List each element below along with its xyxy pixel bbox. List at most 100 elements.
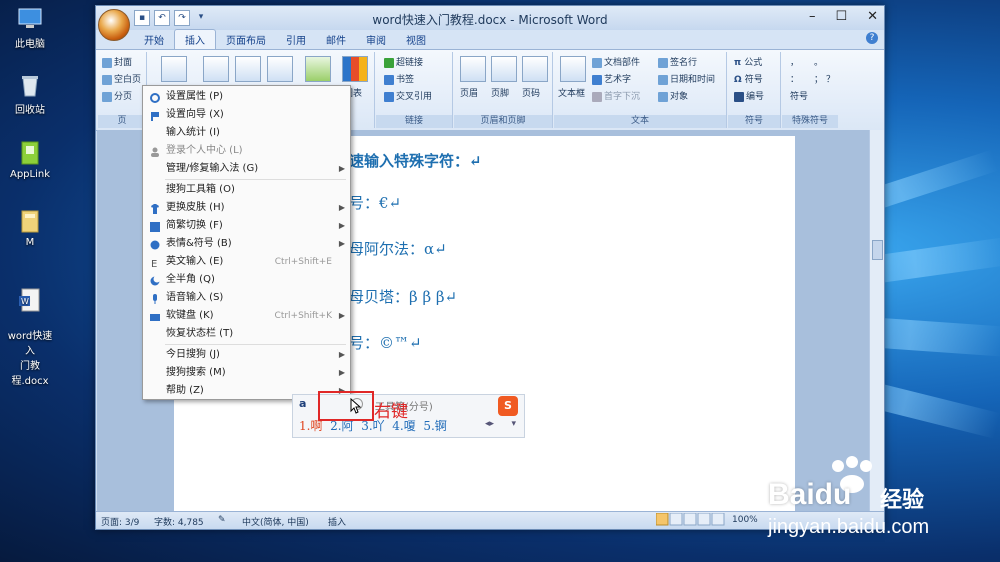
tab-view[interactable]: 视图	[396, 30, 436, 49]
more-symbols-button[interactable]: 符号	[790, 89, 808, 102]
submenu-arrow-icon: ▶	[338, 368, 345, 377]
status-zoom[interactable]: 100%	[732, 515, 758, 525]
status-mode[interactable]: 插入	[328, 515, 346, 528]
symbol-question[interactable]: ？	[826, 72, 835, 85]
symbol-comma[interactable]: ，	[790, 55, 799, 68]
candidate-1[interactable]: 1.啊	[299, 419, 322, 433]
scrollbar-thumb[interactable]	[872, 240, 883, 260]
mic-icon	[150, 293, 160, 304]
page-break-button[interactable]: 分页	[102, 89, 132, 102]
close-button[interactable]: ✕	[867, 9, 878, 24]
tab-home[interactable]: 开始	[134, 30, 174, 49]
hyperlink-button[interactable]: 超链接	[384, 55, 423, 68]
signature-line-button[interactable]: 签名行	[658, 55, 697, 68]
wordart-button[interactable]: 艺术字	[592, 72, 631, 85]
maximize-button[interactable]: ☐	[835, 9, 847, 24]
candidate-5[interactable]: 5.锕	[423, 419, 446, 433]
view-buttons[interactable]	[655, 512, 726, 529]
menu-item[interactable]: 更换皮肤 (H) ▶	[143, 199, 350, 217]
moon-icon	[150, 275, 161, 286]
page-number-button[interactable]: 页码	[522, 86, 540, 99]
picture-icon[interactable]	[203, 56, 229, 82]
desktop-icon-m-folder[interactable]: M	[4, 208, 56, 248]
header-icon[interactable]	[460, 56, 486, 82]
symbol-period[interactable]: 。	[814, 55, 823, 68]
sogou-logo-icon: S	[498, 396, 518, 416]
bookmark-button[interactable]: 书签	[384, 72, 414, 85]
page-number-icon[interactable]	[522, 56, 548, 82]
special-symbols-group: ， 。 ： ； 符号 ？ 特殊符号	[782, 52, 838, 128]
minimize-button[interactable]: –	[809, 9, 816, 24]
equation-button[interactable]: π 公式	[734, 55, 762, 68]
pages-group: 封面 空白页 分页 页	[98, 52, 147, 128]
symbol-semicolon[interactable]: ；	[814, 72, 823, 85]
menu-item[interactable]: E 英文输入 (E) Ctrl+Shift+E	[143, 253, 350, 271]
submenu-arrow-icon: ▶	[338, 311, 345, 320]
candidate-2[interactable]: 2.阿	[330, 419, 353, 433]
text-box-icon[interactable]	[560, 56, 586, 82]
text-box-button[interactable]: 文本框	[558, 86, 585, 99]
cover-page-button[interactable]: 封面	[102, 55, 132, 68]
menu-separator	[165, 344, 346, 345]
menu-item[interactable]: 软键盘 (K) Ctrl+Shift+K ▶	[143, 307, 350, 325]
expand-candidates-icon[interactable]: ▾	[511, 419, 516, 429]
blank-page-button[interactable]: 空白页	[102, 72, 141, 85]
drop-cap-button[interactable]: 首字下沉	[592, 89, 640, 102]
desktop-icon-recycle-bin[interactable]: 回收站	[4, 72, 56, 116]
tab-mailings[interactable]: 邮件	[316, 30, 356, 49]
clip-art-icon[interactable]	[235, 56, 261, 82]
quick-parts-button[interactable]: 文档部件	[592, 55, 640, 68]
header-button[interactable]: 页眉	[460, 86, 478, 99]
menu-item[interactable]: 登录个人中心 (L)	[143, 142, 350, 160]
menu-item[interactable]: 搜狗工具箱 (O)	[143, 181, 350, 199]
help-icon[interactable]: ?	[866, 32, 878, 44]
date-time-button[interactable]: 日期和时间	[658, 72, 715, 85]
menu-item[interactable]: 管理/修复输入法 (G) ▶	[143, 160, 350, 178]
menu-item[interactable]: 表情&符号 (B) ▶	[143, 235, 350, 253]
chart-icon[interactable]	[342, 56, 368, 82]
status-language[interactable]: 中文(简体, 中国)	[242, 515, 309, 528]
numbering-button[interactable]: 编号	[734, 89, 764, 102]
symbol-button[interactable]: Ω 符号	[734, 72, 763, 85]
vertical-scrollbar[interactable]	[869, 130, 884, 512]
doc-line: 速输入特殊字符：↵	[349, 152, 482, 170]
desktop-icon-this-pc[interactable]: 此电脑	[4, 6, 56, 50]
menu-item-label: 恢复状态栏 (T)	[166, 328, 234, 339]
tab-references[interactable]: 引用	[276, 30, 316, 49]
window-controls: – ☐ ✕	[809, 9, 878, 24]
status-words[interactable]: 字数: 4,785	[154, 515, 204, 528]
window-title: word快速入门教程.docx - Microsoft Word	[372, 13, 608, 27]
smartart-icon[interactable]	[305, 56, 331, 82]
table-icon[interactable]	[161, 56, 187, 82]
menu-item[interactable]: 设置向导 (X)	[143, 106, 350, 124]
cross-reference-button[interactable]: 交叉引用	[384, 89, 432, 102]
tab-insert[interactable]: 插入	[174, 29, 216, 49]
right-click-annotation: 右键	[374, 402, 408, 422]
submenu-arrow-icon: ▶	[338, 164, 345, 173]
title-bar: ▪ ↶ ↷ ▾ word快速入门教程.docx - Microsoft Word…	[96, 6, 884, 41]
footer-button[interactable]: 页脚	[491, 86, 509, 99]
menu-item-shortcut: Ctrl+Shift+E	[274, 257, 332, 267]
menu-item[interactable]: 设置属性 (P)	[143, 88, 350, 106]
ime-input-char: a	[299, 397, 307, 410]
menu-item[interactable]: 输入统计 (I)	[143, 124, 350, 142]
page-prev-next-icon[interactable]: ◂▸	[485, 419, 494, 429]
menu-item[interactable]: 语音输入 (S)	[143, 289, 350, 307]
proofing-icon[interactable]: ✎	[218, 515, 226, 525]
status-page[interactable]: 页面: 3/9	[101, 515, 139, 528]
footer-icon[interactable]	[491, 56, 517, 82]
tab-page-layout[interactable]: 页面布局	[216, 30, 276, 49]
menu-item[interactable]: 恢复状态栏 (T)	[143, 325, 350, 343]
tab-review[interactable]: 审阅	[356, 30, 396, 49]
desktop-icon-word-doc[interactable]: W word快速入 门教程.docx	[4, 276, 56, 398]
object-button[interactable]: 对象	[658, 89, 688, 102]
menu-item[interactable]: 今日搜狗 (J) ▶	[143, 346, 350, 364]
desktop-icon-applink[interactable]: AppLink	[4, 140, 56, 180]
menu-item[interactable]: 搜狗搜索 (M) ▶	[143, 364, 350, 382]
office-button[interactable]	[98, 9, 130, 41]
shapes-icon[interactable]	[267, 56, 293, 82]
menu-item[interactable]: 全半角 (Q)	[143, 271, 350, 289]
status-bar: 页面: 3/9 字数: 4,785 ✎ 中文(简体, 中国) 插入 100%	[96, 511, 884, 529]
symbol-colon[interactable]: ：	[790, 72, 799, 85]
menu-item[interactable]: 简繁切换 (F) ▶	[143, 217, 350, 235]
